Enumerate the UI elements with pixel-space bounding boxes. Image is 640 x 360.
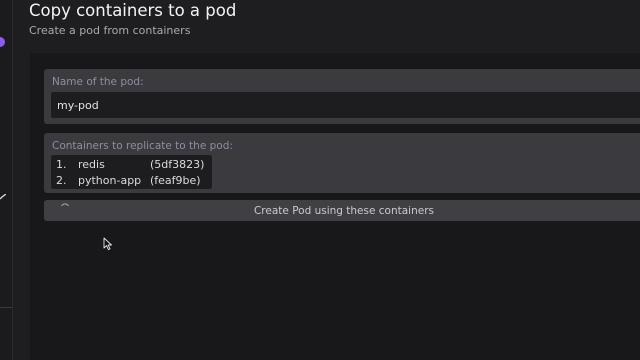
list-item: 2. python-app (feaf9be) bbox=[51, 172, 212, 188]
spinner-icon bbox=[60, 203, 70, 207]
container-id: (5df3823) bbox=[150, 157, 205, 171]
page-header: Copy containers to a pod Create a pod fr… bbox=[29, 0, 236, 37]
list-item: 1. redis (5df3823) bbox=[51, 156, 212, 172]
pod-name-card: Name of the pod: bbox=[44, 69, 640, 124]
main-content: Name of the pod: Containers to replicate… bbox=[30, 53, 640, 360]
container-name: redis bbox=[78, 157, 105, 171]
pod-name-input[interactable] bbox=[51, 92, 640, 118]
sidebar-divider bbox=[0, 307, 12, 308]
container-name: python-app bbox=[78, 173, 142, 187]
containers-label: Containers to replicate to the pod: bbox=[52, 140, 233, 152]
status-dot-icon[interactable] bbox=[0, 37, 5, 47]
container-id: (feaf9be) bbox=[150, 173, 201, 187]
sidebar bbox=[0, 0, 13, 360]
mouse-pointer-icon bbox=[103, 237, 112, 251]
pod-name-label: Name of the pod: bbox=[52, 76, 144, 88]
page-title: Copy containers to a pod bbox=[29, 1, 237, 20]
containers-card: Containers to replicate to the pod: 1. r… bbox=[44, 133, 640, 193]
create-pod-button-label: Create Pod using these containers bbox=[253, 204, 435, 217]
container-index: 2. bbox=[56, 173, 67, 187]
page-subtitle: Create a pod from containers bbox=[29, 24, 191, 37]
container-index: 1. bbox=[56, 157, 67, 171]
check-icon[interactable] bbox=[0, 194, 6, 202]
create-pod-button[interactable]: Create Pod using these containers bbox=[44, 200, 640, 221]
containers-list: 1. redis (5df3823) 2. python-app (feaf9b… bbox=[51, 155, 213, 189]
